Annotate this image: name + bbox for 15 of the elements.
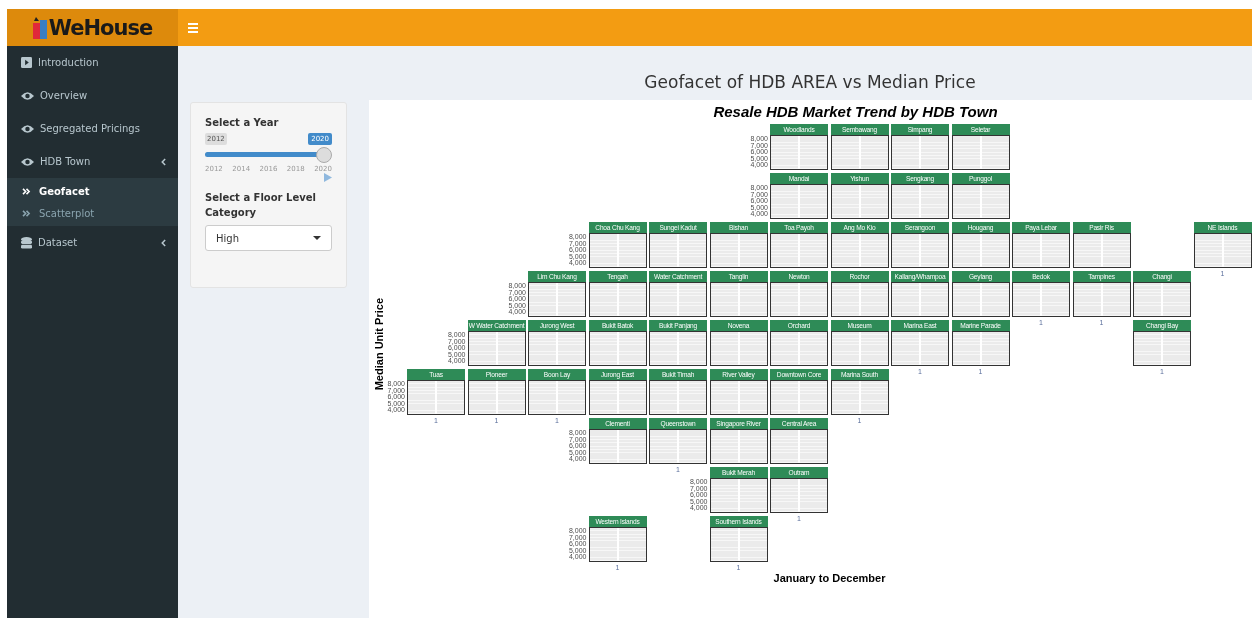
page-title: Geofacet of HDB AREA vs Median Price — [643, 72, 977, 92]
chart-title: Resale HDB Market Trend by HDB Town — [712, 103, 999, 121]
sidebar-item[interactable]: Dataset — [7, 226, 178, 259]
sidebar-item[interactable]: Introduction — [7, 46, 178, 79]
sidebar-item[interactable]: HDB Town — [7, 145, 178, 178]
sidebar-item[interactable]: Overview — [7, 79, 178, 112]
x-axis-title: January to December — [773, 572, 886, 584]
y-axis-title: Median Unit Price — [373, 298, 385, 391]
app-logo[interactable]: WeHouse — [48, 15, 153, 40]
submenu-item[interactable]: Scatterplot — [7, 202, 178, 224]
floor-select[interactable]: High — [205, 225, 332, 251]
submenu-item[interactable]: Geofacet — [7, 180, 178, 202]
sidebar-item[interactable]: Segregated Pricings — [7, 112, 178, 145]
year-label: Select a Year — [205, 117, 280, 128]
floor-label: Select a Floor Level Category — [205, 191, 317, 220]
